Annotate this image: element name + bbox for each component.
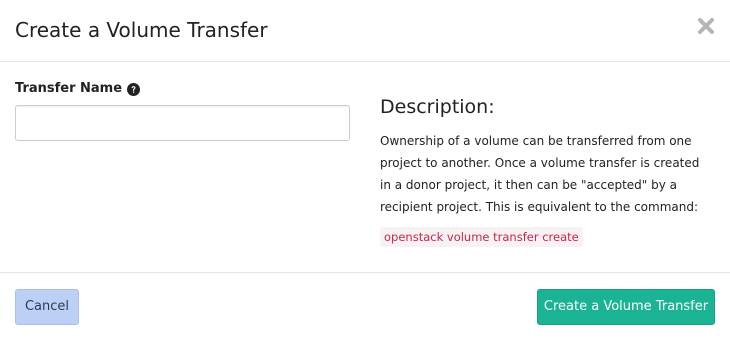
close-button[interactable] [696,16,716,36]
description-heading: Description: [380,96,495,118]
create-volume-transfer-button[interactable]: Create a Volume Transfer [537,289,715,325]
cancel-button[interactable]: Cancel [15,289,79,325]
dialog-header: Create a Volume Transfer [0,0,730,62]
command-snippet: openstack volume transfer create [380,227,583,247]
transfer-name-field-label: Transfer Name [15,80,141,98]
dialog-body: Transfer Name Description: Ownership of … [0,62,730,273]
dialog-title: Create a Volume Transfer [15,18,268,42]
dialog-footer: Cancel Create a Volume Transfer [0,273,730,340]
close-icon [698,18,714,34]
transfer-name-label: Transfer Name [15,81,123,96]
question-circle-icon[interactable] [127,82,141,96]
create-volume-transfer-dialog: Create a Volume Transfer Transfer Name D… [0,0,730,340]
transfer-name-input[interactable] [15,105,350,141]
description-text: Ownership of a volume can be transferred… [380,134,700,214]
description-panel: Description: Ownership of a volume can b… [380,94,710,247]
